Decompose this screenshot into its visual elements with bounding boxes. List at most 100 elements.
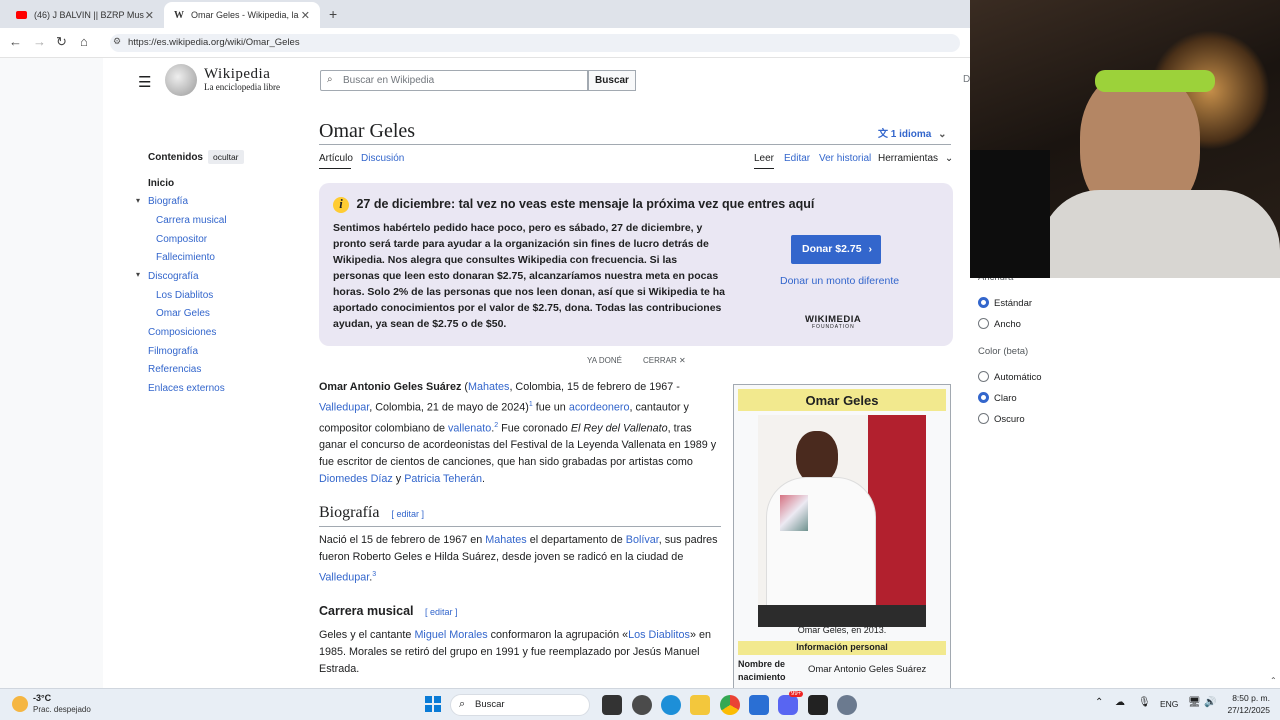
microphone-icon[interactable]: 🎙 bbox=[1138, 697, 1151, 708]
tab-articulo[interactable]: Artículo bbox=[319, 153, 353, 164]
toc-item-filmografia[interactable]: Filmografía bbox=[148, 346, 198, 357]
toc-item-discografia[interactable]: Discografía bbox=[148, 271, 199, 282]
photo-floor bbox=[758, 605, 926, 627]
store-icon[interactable] bbox=[749, 695, 769, 715]
file-explorer-icon[interactable] bbox=[690, 695, 710, 715]
settings-gear-icon[interactable] bbox=[837, 695, 857, 715]
link-miguel-morales[interactable]: Miguel Morales bbox=[414, 629, 487, 641]
donate-button[interactable]: Donar $2.75 › bbox=[791, 235, 881, 264]
clock-time[interactable]: 8:50 p. m. bbox=[1230, 693, 1270, 703]
scroll-up-icon[interactable]: ⌃ bbox=[1270, 676, 1277, 685]
weather-temp[interactable]: -3°C bbox=[33, 693, 51, 703]
tab-herramientas[interactable]: Herramientas ⌄ bbox=[878, 153, 953, 164]
tab-wikipedia[interactable]: W Omar Geles - Wikipedia, la enci ✕ bbox=[164, 2, 320, 28]
info-icon: i bbox=[333, 197, 349, 213]
site-info-icon[interactable]: ⚙ bbox=[113, 36, 121, 47]
search-button[interactable]: Buscar bbox=[588, 70, 636, 91]
toc-expand-discografia-icon[interactable]: ▾ bbox=[136, 270, 140, 279]
toc-item-biografia[interactable]: Biografía bbox=[148, 196, 188, 207]
link-diomedes-diaz[interactable]: Diomedes Díaz bbox=[319, 473, 393, 485]
tab-discusion[interactable]: Discusión bbox=[361, 153, 404, 164]
task-view-icon[interactable] bbox=[602, 695, 622, 715]
reload-icon[interactable]: ↻ bbox=[56, 34, 67, 50]
back-icon[interactable]: ← bbox=[9, 34, 22, 49]
infobox-value-birthname: Omar Antonio Geles Suárez bbox=[808, 664, 927, 675]
tab-youtube[interactable]: (46) J BALVIN || BZRP Music Se ✕ bbox=[6, 2, 164, 28]
active-tab-underline bbox=[754, 168, 774, 169]
windows-start-icon[interactable] bbox=[425, 696, 441, 712]
radio-color-light-label: Claro bbox=[994, 393, 1017, 404]
close-banner-link[interactable]: CERRAR ✕ bbox=[643, 356, 686, 365]
reference-3[interactable]: 3 bbox=[372, 571, 376, 578]
edge-icon[interactable] bbox=[661, 695, 681, 715]
toc-item-los-diablitos[interactable]: Los Diablitos bbox=[156, 290, 213, 301]
cloud-icon[interactable]: ☁ bbox=[1115, 697, 1125, 708]
toc-expand-biografia-icon[interactable]: ▾ bbox=[136, 196, 140, 205]
link-patricia-teheran[interactable]: Patricia Teherán bbox=[404, 473, 482, 485]
link-valledupar[interactable]: Valledupar bbox=[319, 402, 369, 414]
toc-item-inicio[interactable]: Inicio bbox=[148, 178, 174, 189]
forward-icon[interactable]: → bbox=[33, 34, 46, 49]
infobox-section-header: Información personal bbox=[738, 641, 946, 655]
link-valledupar[interactable]: Valledupar bbox=[319, 572, 369, 584]
language-selector[interactable]: 文 1 idioma ⌄ bbox=[878, 125, 947, 140]
tab-herramientas-label: Herramientas bbox=[878, 153, 939, 164]
toc-item-composiciones[interactable]: Composiciones bbox=[148, 327, 216, 338]
tab-leer[interactable]: Leer bbox=[754, 153, 774, 164]
radio-width-standard-label: Estándar bbox=[994, 298, 1033, 309]
wikipedia-wordmark[interactable]: Wikipedia bbox=[204, 66, 270, 83]
search-input[interactable]: ⌕ Buscar en Wikipedia bbox=[320, 70, 588, 91]
toc-item-enlaces-externos[interactable]: Enlaces externos bbox=[148, 383, 225, 394]
taskbar-search[interactable]: ⌕ Buscar bbox=[450, 694, 590, 716]
toc-item-compositor[interactable]: Compositor bbox=[156, 234, 207, 245]
toc-item-referencias[interactable]: Referencias bbox=[148, 364, 201, 375]
link-los-diablitos[interactable]: Los Diablitos bbox=[628, 629, 690, 641]
toc-item-carrera-musical[interactable]: Carrera musical bbox=[156, 215, 227, 226]
header-truncated-link[interactable]: D bbox=[963, 74, 970, 85]
tab-ver-historial[interactable]: Ver historial bbox=[819, 153, 871, 164]
radio-width-wide[interactable] bbox=[978, 318, 989, 329]
tab-editar[interactable]: Editar bbox=[784, 153, 810, 164]
edit-section-link[interactable]: [ editar ] bbox=[425, 607, 458, 617]
discord-icon[interactable] bbox=[778, 695, 798, 715]
new-tab-button[interactable]: + bbox=[329, 6, 337, 22]
close-tab-icon[interactable]: ✕ bbox=[145, 9, 154, 22]
main-menu-icon[interactable]: ☰ bbox=[138, 73, 151, 91]
edit-label: editar bbox=[430, 607, 453, 617]
link-mahates[interactable]: Mahates bbox=[468, 381, 509, 393]
language-indicator[interactable]: ENG bbox=[1160, 699, 1178, 709]
youtube-icon bbox=[16, 11, 27, 19]
url-field[interactable]: ⚙ https://es.wikipedia.org/wiki/Omar_Gel… bbox=[110, 34, 960, 52]
tray-chevron-up-icon[interactable]: ⌃ bbox=[1095, 697, 1103, 708]
taskbar-search-label: Buscar bbox=[475, 699, 505, 710]
chevron-down-icon: ⌄ bbox=[938, 129, 947, 140]
webcam-chair bbox=[970, 150, 1050, 278]
clock-date[interactable]: 27/12/2025 bbox=[1226, 705, 1270, 715]
edit-section-link[interactable]: [ editar ] bbox=[391, 509, 424, 519]
link-bolivar[interactable]: Bolívar bbox=[626, 534, 659, 546]
chrome-icon[interactable] bbox=[720, 695, 740, 715]
volume-icon[interactable]: 🔊 bbox=[1204, 697, 1216, 708]
radio-color-dark[interactable] bbox=[978, 413, 989, 424]
close-tab-icon[interactable]: ✕ bbox=[301, 9, 310, 22]
infobox-photo[interactable] bbox=[758, 415, 926, 627]
link-vallenato[interactable]: vallenato bbox=[448, 422, 491, 434]
link-acordeonero[interactable]: acordeonero bbox=[569, 402, 630, 414]
already-donated-link[interactable]: YA DONÉ bbox=[587, 356, 622, 365]
radio-width-standard[interactable] bbox=[978, 297, 989, 308]
weather-icon[interactable] bbox=[12, 696, 28, 712]
radio-color-light[interactable] bbox=[978, 392, 989, 403]
donate-other-amount-link[interactable]: Donar un monto diferente bbox=[780, 275, 899, 287]
text: Geles y el cantante bbox=[319, 629, 415, 641]
weather-desc[interactable]: Prac. despejado bbox=[33, 705, 91, 714]
epic-games-icon[interactable] bbox=[808, 695, 828, 715]
link-mahates[interactable]: Mahates bbox=[485, 534, 526, 546]
radio-color-auto[interactable] bbox=[978, 371, 989, 382]
wikipedia-globe-logo[interactable] bbox=[165, 64, 197, 96]
toc-item-fallecimiento[interactable]: Fallecimiento bbox=[156, 252, 215, 263]
network-icon[interactable]: 🖥 bbox=[1188, 697, 1201, 708]
home-icon[interactable]: ⌂ bbox=[80, 34, 88, 49]
obs-icon[interactable] bbox=[632, 695, 652, 715]
toc-item-omar-geles[interactable]: Omar Geles bbox=[156, 308, 210, 319]
toc-hide-button[interactable]: ocultar bbox=[208, 150, 244, 164]
